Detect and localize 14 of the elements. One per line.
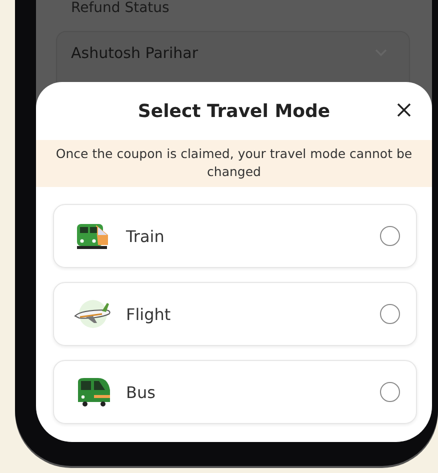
option-label: Flight: [126, 304, 172, 324]
option-label: Bus: [126, 382, 156, 402]
radio-button[interactable]: [380, 226, 400, 246]
radio-button[interactable]: [380, 382, 400, 402]
travel-option-card[interactable]: Train: [53, 204, 417, 268]
close-icon: [396, 102, 412, 118]
close-button[interactable]: [396, 102, 412, 118]
field-label: Refund Status: [71, 0, 170, 17]
notice-banner: Once the coupon is claimed, your travel mode cannot be changed: [36, 140, 432, 187]
sheet-title: Select Travel Mode: [138, 100, 330, 122]
option-label: Train: [126, 226, 166, 246]
radio-button[interactable]: [380, 304, 400, 324]
travel-option-card[interactable]: Flight: [53, 282, 417, 346]
travel-option-card[interactable]: Bus: [53, 360, 417, 424]
